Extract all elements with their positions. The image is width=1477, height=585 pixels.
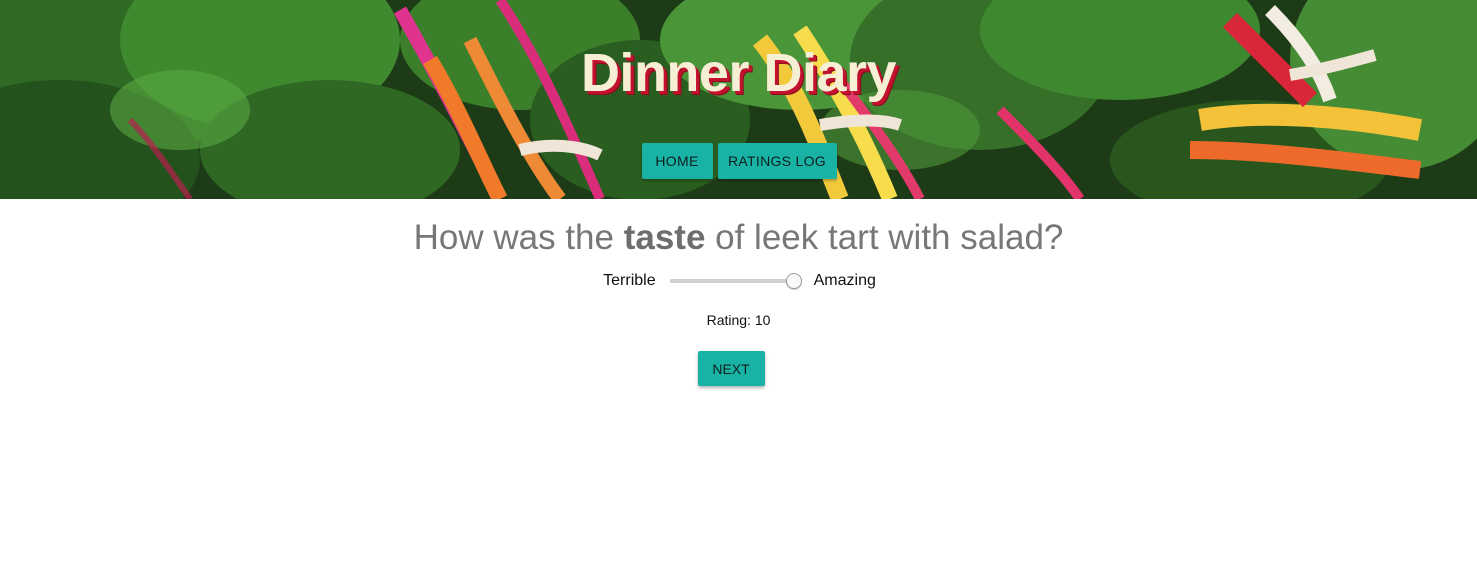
rating-slider[interactable] <box>669 268 802 294</box>
slider-min-label: Terrible <box>603 272 656 289</box>
header-banner: Dinner Diary HOME RATINGS LOG <box>0 0 1477 199</box>
main-nav: HOME RATINGS LOG <box>0 143 1477 179</box>
nav-ratings-log-button[interactable]: RATINGS LOG <box>717 143 837 179</box>
slider-thumb[interactable] <box>785 273 802 289</box>
question-prefix: How was the <box>413 218 624 257</box>
site-title: Dinner Diary <box>580 43 897 103</box>
nav-home-button[interactable]: HOME <box>641 143 713 179</box>
slider-max-label: Amazing <box>813 272 876 289</box>
rating-slider-row: Terrible Amazing <box>0 268 1477 294</box>
question-suffix: of leek tart with salad? <box>705 218 1064 257</box>
question-emphasis: taste <box>623 218 706 257</box>
next-button-wrap: NEXT <box>0 351 1477 386</box>
slider-fill <box>669 279 793 283</box>
rating-value-text: Rating: 10 <box>706 312 771 328</box>
question-heading: How was the taste of leek tart with sala… <box>0 216 1477 260</box>
next-button[interactable]: NEXT <box>697 351 765 386</box>
